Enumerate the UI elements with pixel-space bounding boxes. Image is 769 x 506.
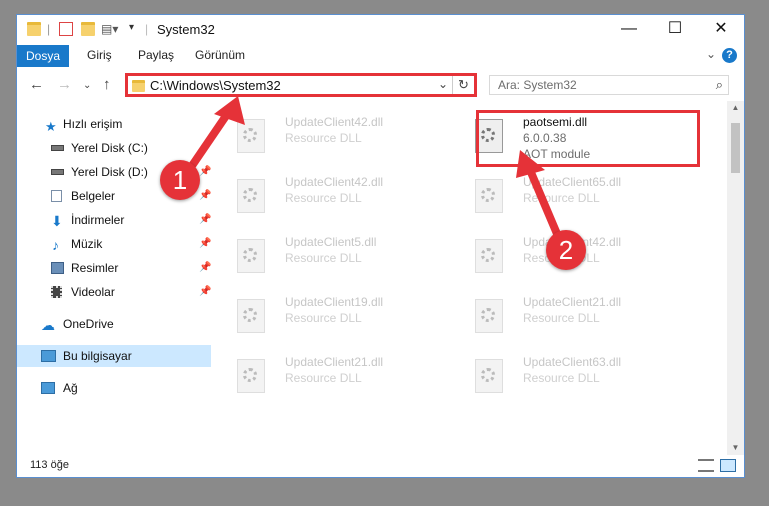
callout-arrowhead-2 — [516, 150, 545, 178]
callout-arrows — [181, 96, 567, 250]
callout-badge-1: 1 — [160, 160, 200, 200]
callout-badge-2: 2 — [546, 230, 586, 270]
